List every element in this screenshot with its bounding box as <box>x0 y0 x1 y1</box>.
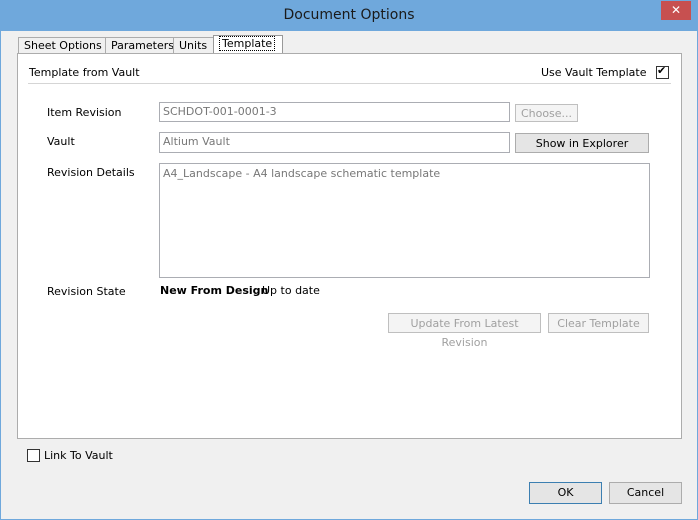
use-vault-template-checkbox[interactable] <box>656 64 669 79</box>
title-bar[interactable]: Document Options ✕ <box>1 1 697 31</box>
dialog-title: Document Options <box>283 7 415 23</box>
section-title: Template from Vault <box>29 66 140 79</box>
link-to-vault-option[interactable]: Link To Vault <box>27 448 113 462</box>
clear-template-button[interactable]: Clear Template <box>548 313 649 333</box>
show-in-explorer-button[interactable]: Show in Explorer <box>515 133 649 153</box>
vault-label: Vault <box>47 135 75 148</box>
section-divider <box>28 83 671 84</box>
tab-parameters[interactable]: Parameters <box>105 37 183 54</box>
close-icon: ✕ <box>670 3 682 17</box>
cancel-button[interactable]: Cancel <box>609 482 682 504</box>
revision-state-label: Revision State <box>47 285 126 298</box>
tab-template[interactable]: Template <box>213 35 283 54</box>
revision-state-value: New From Design <box>160 284 269 297</box>
link-to-vault-checkbox[interactable] <box>27 448 40 462</box>
use-vault-template-toggle[interactable]: Use Vault Template <box>541 64 669 79</box>
close-button[interactable]: ✕ <box>661 1 691 20</box>
document-options-dialog: Document Options ✕ Sheet Options Paramet… <box>0 0 698 520</box>
link-to-vault-label: Link To Vault <box>44 448 113 462</box>
use-vault-template-label: Use Vault Template <box>541 65 647 79</box>
template-panel: Template from Vault Use Vault Template I… <box>17 53 682 439</box>
choose-button[interactable]: Choose... <box>515 104 578 122</box>
revision-details-label: Revision Details <box>47 166 135 179</box>
item-revision-field[interactable]: SCHDOT-001-0001-3 <box>159 102 510 122</box>
revision-status: Up to date <box>262 284 320 297</box>
revision-details-field[interactable]: A4_Landscape - A4 landscape schematic te… <box>159 163 650 278</box>
item-revision-label: Item Revision <box>47 106 122 119</box>
tab-sheet-options[interactable]: Sheet Options <box>18 37 115 54</box>
update-from-latest-revision-button[interactable]: Update From Latest Revision <box>388 313 541 349</box>
vault-field[interactable]: Altium Vault <box>159 132 510 153</box>
tab-template-label: Template <box>219 36 276 51</box>
ok-button[interactable]: OK <box>529 482 602 504</box>
